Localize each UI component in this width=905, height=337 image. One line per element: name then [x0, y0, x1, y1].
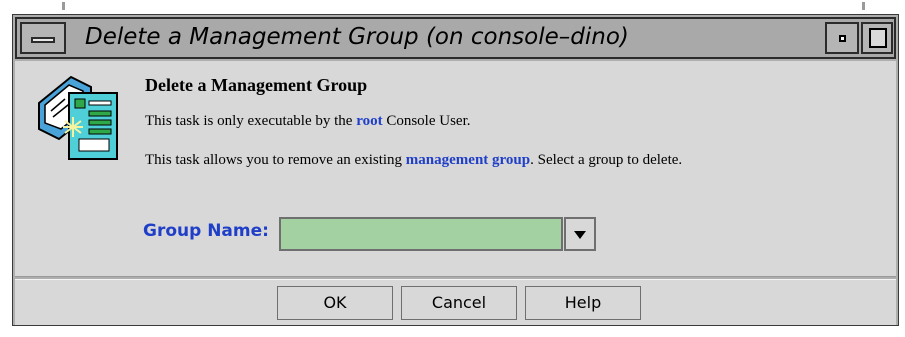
screen-top-edge	[0, 0, 905, 14]
description-text: This task allows you to remove an existi…	[145, 152, 682, 169]
description-suffix: . Select a group to delete.	[530, 152, 683, 168]
window-title: Delete a Management Group (on console–di…	[85, 24, 629, 50]
dialog-content: Delete a Management Group This task is o…	[15, 61, 896, 277]
maximize-glyph	[869, 28, 887, 48]
help-button[interactable]: Help	[525, 286, 641, 320]
group-name-combo[interactable]	[279, 217, 596, 251]
button-bar: OK Cancel Help	[15, 279, 896, 325]
group-name-label: Group Name:	[143, 221, 269, 241]
ok-button[interactable]: OK	[277, 286, 393, 320]
permission-prefix: This task is only executable by the	[145, 113, 357, 129]
group-name-field[interactable]	[279, 217, 563, 251]
cancel-button[interactable]: Cancel	[401, 286, 517, 320]
title-bar[interactable]: Delete a Management Group (on console–di…	[15, 17, 896, 59]
menu-bar-glyph	[31, 37, 55, 43]
root-link[interactable]: root	[356, 113, 382, 129]
task-heading: Delete a Management Group	[145, 75, 368, 95]
dropdown-triangle	[574, 231, 586, 239]
frame-tick	[862, 2, 865, 10]
dialog-window: Delete a Management Group (on console–di…	[12, 14, 899, 326]
permission-text: This task is only executable by the root…	[145, 113, 471, 130]
frame-tick	[62, 2, 65, 10]
maximize-icon[interactable]	[861, 22, 893, 54]
minimize-icon[interactable]	[825, 22, 859, 54]
management-group-link[interactable]: management group	[406, 152, 530, 168]
dropdown-arrow-icon[interactable]	[564, 217, 596, 251]
description-prefix: This task allows you to remove an existi…	[145, 152, 406, 168]
permission-suffix: Console User.	[382, 113, 471, 129]
window-menu-icon[interactable]	[20, 22, 66, 54]
minimize-glyph	[839, 35, 846, 42]
task-icon	[38, 75, 118, 160]
